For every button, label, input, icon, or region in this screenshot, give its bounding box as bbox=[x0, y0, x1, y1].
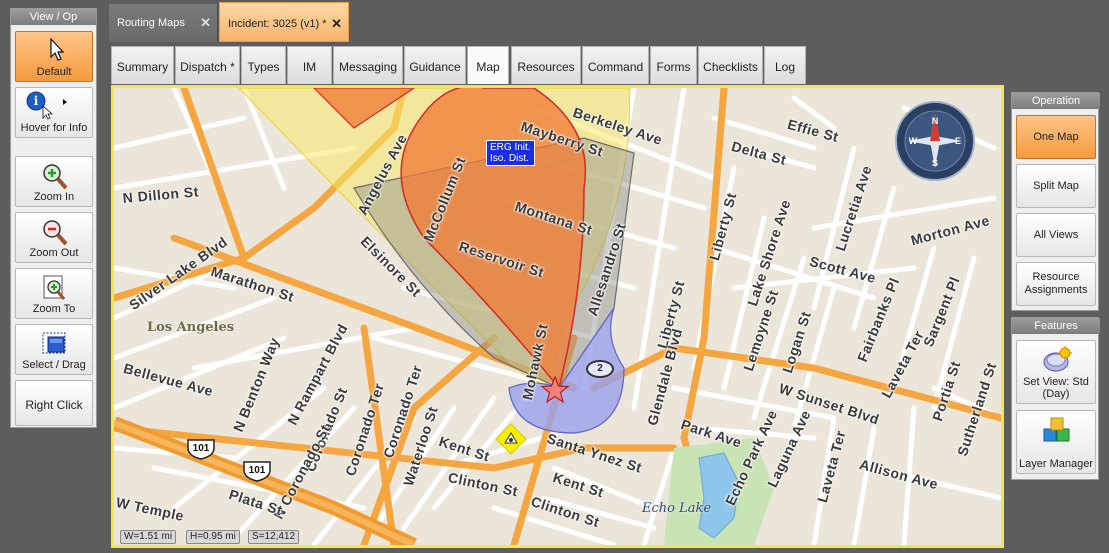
svg-text:S: S bbox=[932, 158, 938, 168]
tab-forms[interactable]: Forms bbox=[650, 46, 697, 84]
view-op-panel: View / Op Default i Hover for Info Zoom … bbox=[10, 8, 97, 428]
tab-resources[interactable]: Resources bbox=[511, 46, 581, 84]
tab-map[interactable]: Map bbox=[467, 46, 509, 84]
select-drag-label: Select / Drag bbox=[22, 359, 86, 371]
tab-messaging[interactable]: Messaging bbox=[333, 46, 403, 84]
set-view-icon bbox=[1043, 346, 1072, 372]
highway-shield: 101 bbox=[186, 438, 216, 460]
erg-isolation-label: ERG Init. Iso. Dist. bbox=[486, 140, 535, 166]
hover-info-label: Hover for Info bbox=[20, 122, 88, 134]
highway-shield: 101 bbox=[242, 460, 272, 482]
default-tool-label: Default bbox=[36, 66, 72, 78]
layer-manager-button[interactable]: Layer Manager bbox=[1016, 410, 1096, 474]
lake-label: Echo Lake bbox=[642, 501, 712, 516]
one-map-button[interactable]: One Map bbox=[1016, 115, 1096, 159]
default-tool-button[interactable]: Default bbox=[15, 31, 93, 82]
tab-incident-3025[interactable]: Incident: 3025 (v1) * ✕ bbox=[219, 2, 349, 42]
tab-summary[interactable]: Summary bbox=[111, 46, 174, 84]
tab-im[interactable]: IM bbox=[287, 46, 332, 84]
set-view-label: Set View: Std (Day) bbox=[1023, 376, 1089, 400]
right-click-tool-button[interactable]: Right Click bbox=[15, 380, 93, 426]
features-panel: Features Set View: Std (Day) Layer Manag… bbox=[1011, 317, 1100, 480]
tab-types[interactable]: Types bbox=[241, 46, 286, 84]
tab-guidance[interactable]: Guidance bbox=[404, 46, 466, 84]
tab-incident-label: Incident: 3025 (v1) * bbox=[228, 18, 327, 30]
select-drag-icon bbox=[42, 332, 66, 354]
zoom-to-label: Zoom To bbox=[32, 303, 76, 315]
svg-text:W: W bbox=[909, 136, 918, 146]
highway-shield-number: 101 bbox=[248, 465, 266, 476]
zoom-out-icon bbox=[43, 220, 68, 246]
select-drag-tool-button[interactable]: Select / Drag bbox=[15, 324, 93, 375]
resource-assignments-button[interactable]: Resource Assignments bbox=[1016, 262, 1096, 306]
set-view-button[interactable]: Set View: Std (Day) bbox=[1016, 340, 1096, 404]
compass-icon[interactable]: N S E W bbox=[894, 100, 976, 182]
cursor-arrow-icon bbox=[50, 37, 65, 61]
view-op-header: View / Op bbox=[11, 9, 96, 25]
layer-manager-label: Layer Manager bbox=[1019, 458, 1093, 470]
operation-header: Operation bbox=[1012, 93, 1100, 109]
features-header: Features bbox=[1012, 318, 1100, 334]
incident-sub-tabs: Summary Dispatch * Types IM Messaging Gu… bbox=[109, 44, 1006, 84]
scale-height: H=0.95 mi bbox=[186, 530, 240, 544]
split-map-button[interactable]: Split Map bbox=[1016, 164, 1096, 208]
highway-shield-number: 101 bbox=[192, 443, 210, 454]
tab-checklists[interactable]: Checklists bbox=[698, 46, 763, 84]
tab-dispatch[interactable]: Dispatch * bbox=[175, 46, 240, 84]
svg-text:i: i bbox=[34, 94, 39, 108]
right-click-label: Right Click bbox=[25, 398, 83, 412]
zoom-to-icon bbox=[43, 275, 66, 300]
zoom-in-tool-button[interactable]: Zoom In bbox=[15, 156, 93, 207]
close-icon[interactable]: ✕ bbox=[200, 4, 211, 42]
erg-label-line2: Iso. Dist. bbox=[490, 153, 529, 164]
zoom-to-tool-button[interactable]: Zoom To bbox=[15, 268, 93, 319]
erg-label-line1: ERG Init. bbox=[490, 142, 531, 153]
camera-marker-icon[interactable] bbox=[495, 423, 527, 455]
tab-routing-maps-label: Routing Maps bbox=[117, 17, 185, 29]
svg-text:N: N bbox=[932, 116, 939, 126]
hover-info-tool-button[interactable]: i Hover for Info bbox=[15, 87, 93, 138]
operation-panel: Operation One Map Split Map All Views Re… bbox=[1011, 92, 1100, 311]
svg-text:E: E bbox=[955, 136, 961, 146]
scale-width: W=1.51 mi bbox=[120, 530, 177, 544]
resource-marker[interactable]: 2 bbox=[586, 360, 614, 378]
zoom-out-tool-button[interactable]: Zoom Out bbox=[15, 212, 93, 263]
city-label: Los Angeles bbox=[147, 320, 235, 335]
close-icon[interactable]: ✕ bbox=[331, 3, 342, 45]
tab-routing-maps[interactable]: Routing Maps ✕ bbox=[109, 4, 218, 42]
incident-map[interactable]: ERG Init. Iso. Dist. Berkeley Ave Mayber… bbox=[111, 85, 1004, 548]
tab-command[interactable]: Command bbox=[582, 46, 649, 84]
zoom-out-label: Zoom Out bbox=[29, 247, 79, 259]
incident-star-icon[interactable] bbox=[540, 375, 570, 405]
scale-ratio: S=12,412 bbox=[248, 530, 300, 544]
all-views-button[interactable]: All Views bbox=[1016, 213, 1096, 257]
tab-log[interactable]: Log bbox=[764, 46, 806, 84]
zoom-in-icon bbox=[43, 164, 68, 190]
info-hover-icon: i bbox=[26, 91, 67, 120]
zoom-in-label: Zoom In bbox=[33, 191, 75, 203]
layer-manager-icon bbox=[1043, 417, 1070, 442]
